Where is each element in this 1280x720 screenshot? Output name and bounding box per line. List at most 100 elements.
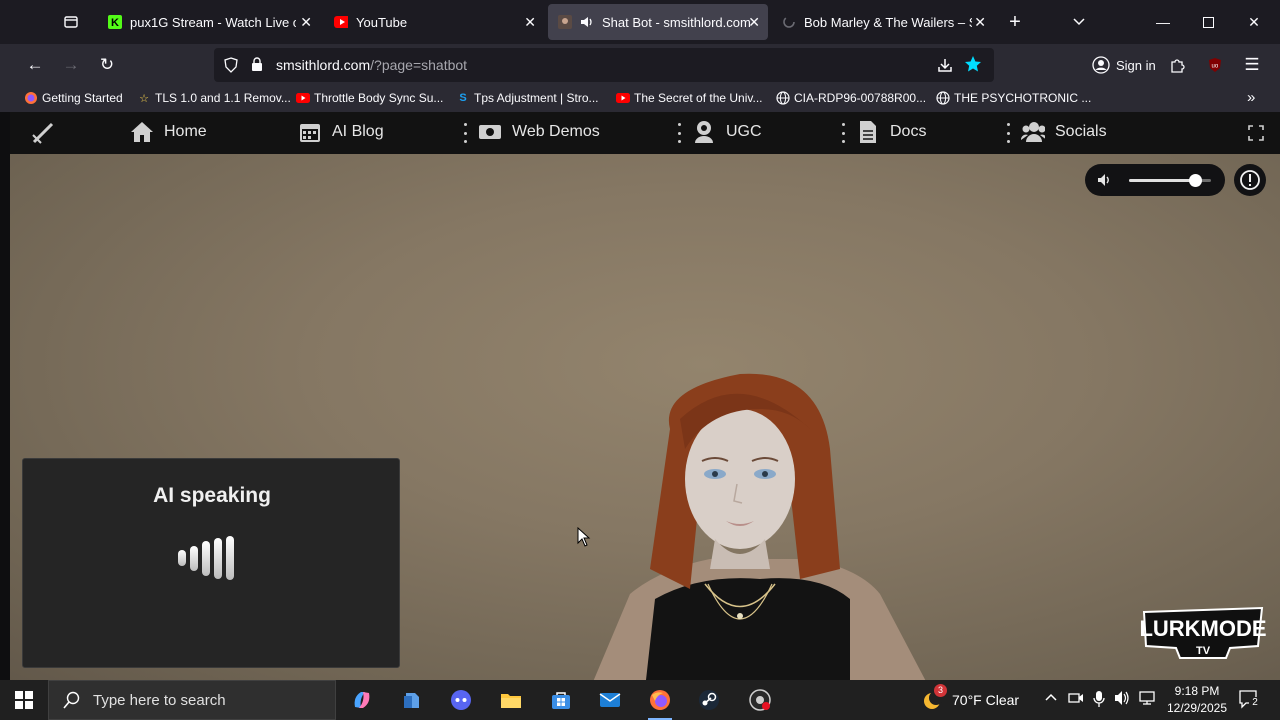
close-tab-icon[interactable]: ✕: [974, 14, 986, 31]
arrow-right-icon: →: [62, 55, 80, 74]
url-bar[interactable]: smsithlord.com/?page=shatbot: [214, 48, 994, 82]
bookmark-item[interactable]: The Secret of the Univ...: [616, 91, 763, 105]
nav-ugc[interactable]: UGC: [692, 120, 762, 144]
weather-widget[interactable]: 3 70°F Clear: [922, 684, 1019, 710]
nav-label: Home: [164, 123, 207, 140]
volume-slider-fill: [1129, 179, 1195, 182]
steam-app[interactable]: [689, 685, 729, 715]
tab-kick-stream[interactable]: K pux1G Stream - Watch Live on Kick ✕: [98, 4, 320, 40]
system-clock[interactable]: 9:18 PM 12/29/2025: [1160, 683, 1234, 717]
close-icon: ✕: [1248, 13, 1260, 30]
copilot-icon: [354, 692, 370, 708]
search-placeholder: Type here to search: [93, 691, 226, 709]
obs-record-icon: [749, 689, 771, 711]
tab-shat-bot[interactable]: Shat Bot - smsithlord.com ✕: [548, 4, 768, 40]
speaker-icon[interactable]: [1114, 690, 1132, 709]
new-tab-button[interactable]: +: [1000, 8, 1030, 36]
ai-speaking-panel: AI speaking: [22, 458, 400, 668]
nav-label: Socials: [1055, 123, 1107, 140]
bookmark-star-icon[interactable]: [964, 55, 982, 78]
nav-menu-toggle[interactable]: [840, 123, 846, 143]
ublock-button[interactable]: uo: [1200, 50, 1230, 80]
recording-app[interactable]: [740, 685, 780, 715]
avatar-stage[interactable]: AI speaking LURKMODE TV: [0, 154, 1280, 680]
list-all-tabs-button[interactable]: [1064, 8, 1094, 36]
nav-menu-toggle[interactable]: [1005, 123, 1011, 143]
nav-menu-toggle[interactable]: [676, 123, 682, 143]
money-icon: [478, 120, 502, 144]
microphone-icon[interactable]: [1092, 690, 1106, 711]
more-bookmarks-button[interactable]: »: [1247, 89, 1255, 106]
extensions-button[interactable]: [1162, 50, 1192, 80]
nav-menu-toggle[interactable]: [462, 123, 468, 143]
close-tab-icon[interactable]: ✕: [748, 14, 760, 31]
bookmark-item[interactable]: Getting Started: [24, 91, 123, 105]
speaker-playing-icon[interactable]: [580, 15, 594, 29]
document-icon: [856, 120, 880, 144]
nav-web-demos[interactable]: Web Demos: [478, 120, 600, 144]
site-navigation: Home AI Blog Web Demos UGC Docs Socials: [0, 112, 1280, 154]
clock-time: 9:18 PM: [1174, 684, 1220, 698]
tab-youtube[interactable]: YouTube ✕: [324, 4, 544, 40]
forward-button[interactable]: →: [56, 50, 86, 80]
bookmark-label: The Secret of the Univ...: [634, 91, 763, 105]
lock-icon[interactable]: [251, 57, 263, 77]
volume-slider[interactable]: [1129, 174, 1211, 187]
nav-docs[interactable]: Docs: [856, 120, 926, 144]
close-tab-icon[interactable]: ✕: [524, 14, 536, 31]
chevron-up-icon[interactable]: [1044, 690, 1058, 705]
network-icon[interactable]: [1138, 690, 1156, 709]
svg-text:K: K: [111, 17, 119, 29]
discord-like-app[interactable]: [441, 685, 481, 715]
fullscreen-icon[interactable]: [1248, 125, 1264, 146]
tab-bob-marley[interactable]: Bob Marley & The Wailers – Stand Up ✕: [772, 4, 994, 40]
nav-socials[interactable]: Socials: [1021, 120, 1107, 144]
ai-avatar-character: [593, 373, 926, 680]
bookmark-item[interactable]: Throttle Body Sync Su...: [296, 91, 443, 105]
bookmark-label: Getting Started: [42, 91, 123, 105]
firefox-app[interactable]: [640, 685, 680, 720]
bookmark-item[interactable]: S Tps Adjustment | Stro...: [456, 91, 598, 105]
users-icon: [1021, 120, 1045, 144]
bookmark-item[interactable]: THE PSYCHOTRONIC ...: [936, 91, 1091, 105]
sign-in-label: Sign in: [1116, 57, 1156, 73]
store-app[interactable]: [541, 685, 581, 715]
mail-app[interactable]: [590, 685, 630, 715]
tracking-protection-icon[interactable]: [224, 57, 238, 78]
file-explorer-app[interactable]: [491, 685, 531, 715]
meet-now-icon[interactable]: [1068, 690, 1084, 709]
close-tab-icon[interactable]: ✕: [300, 14, 312, 31]
reload-button[interactable]: ↻: [92, 50, 122, 80]
notification-center-button[interactable]: 2: [1238, 688, 1261, 713]
app-menu-button[interactable]: ☰: [1237, 50, 1267, 80]
close-window-button[interactable]: ✕: [1239, 8, 1269, 36]
save-to-pocket-icon[interactable]: [936, 56, 954, 79]
waveform-bar: [226, 536, 234, 580]
taskbar-search-box[interactable]: Type here to search: [48, 680, 336, 720]
back-button[interactable]: ←: [20, 50, 50, 80]
bookmark-item[interactable]: CIA-RDP96-00788R00...: [776, 91, 926, 105]
site-logo-sword-icon[interactable]: [30, 120, 56, 151]
minimize-button[interactable]: —: [1148, 8, 1178, 36]
start-button[interactable]: [4, 685, 44, 715]
maximize-button[interactable]: [1193, 8, 1223, 36]
alert-button[interactable]: [1234, 164, 1266, 196]
volume-slider-thumb[interactable]: [1188, 174, 1202, 187]
nav-ai-blog[interactable]: AI Blog: [298, 120, 384, 144]
sign-in-button[interactable]: Sign in: [1086, 50, 1162, 80]
waveform-bar: [214, 537, 222, 579]
windows-logo-icon: [15, 691, 33, 709]
document-stack-icon: [404, 693, 419, 708]
nav-label: Web Demos: [512, 123, 600, 140]
volume-control[interactable]: [1085, 164, 1225, 196]
firefox-view-button[interactable]: [56, 8, 86, 36]
volume-icon[interactable]: [1097, 172, 1113, 193]
url-text: smsithlord.com/?page=shatbot: [276, 57, 467, 73]
bookmark-item[interactable]: ☆ TLS 1.0 and 1.1 Remov...: [137, 91, 291, 105]
window-edge: [0, 112, 10, 680]
nav-home[interactable]: Home: [130, 120, 207, 144]
minimize-icon: —: [1156, 14, 1170, 30]
file-app[interactable]: [392, 685, 432, 715]
bookmark-label: THE PSYCHOTRONIC ...: [954, 91, 1092, 105]
copilot-app[interactable]: [342, 685, 382, 715]
